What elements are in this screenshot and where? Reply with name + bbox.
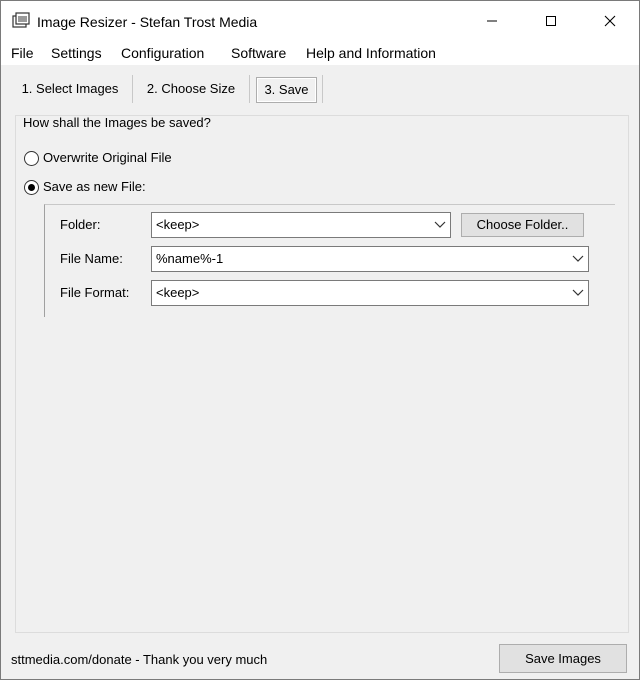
file-name-value: %name%-1 [156, 251, 224, 266]
file-format-value: <keep> [156, 285, 200, 300]
tab-separator [132, 75, 133, 103]
overwrite-radio[interactable]: Overwrite Original File [24, 150, 172, 166]
save-images-button[interactable]: Save Images [499, 644, 627, 673]
tab-separator [322, 75, 323, 103]
app-icon [12, 12, 30, 28]
save-question-label: How shall the Images be saved? [23, 115, 211, 130]
chevron-down-icon [572, 255, 584, 262]
close-icon [604, 15, 616, 27]
folder-value: <keep> [156, 217, 200, 232]
save-as-new-radio-label: Save as new File: [43, 179, 146, 194]
save-as-new-radio[interactable]: Save as new File: [24, 179, 146, 195]
choose-folder-button[interactable]: Choose Folder.. [461, 213, 584, 237]
tab-save[interactable]: 3. Save [256, 77, 317, 103]
file-name-label: File Name: [60, 251, 123, 266]
radio-dot-icon [28, 183, 35, 191]
tab-separator [249, 75, 250, 103]
app-window: Image Resizer - Stefan Trost Media File … [0, 0, 640, 680]
minimize-icon [487, 20, 497, 22]
menu-settings[interactable]: Settings [51, 44, 102, 62]
overwrite-radio-label: Overwrite Original File [43, 150, 172, 165]
donate-text: sttmedia.com/donate - Thank you very muc… [11, 652, 268, 667]
chevron-down-icon [572, 289, 584, 296]
title-bar: Image Resizer - Stefan Trost Media [1, 1, 639, 41]
window-title: Image Resizer - Stefan Trost Media [37, 14, 258, 30]
file-format-combobox[interactable]: <keep> [151, 280, 589, 306]
file-name-combobox[interactable]: %name%-1 [151, 246, 589, 272]
close-button[interactable] [587, 1, 633, 41]
maximize-icon [546, 16, 556, 26]
menu-bar: File Settings Configuration Software Hel… [1, 41, 639, 65]
maximize-button[interactable] [528, 1, 574, 41]
chevron-down-icon [434, 221, 446, 228]
tab-select-images[interactable]: 1. Select Images [13, 77, 127, 103]
menu-file[interactable]: File [11, 44, 34, 62]
minimize-button[interactable] [469, 1, 515, 41]
folder-combobox[interactable]: <keep> [151, 212, 451, 238]
menu-help[interactable]: Help and Information [306, 44, 436, 62]
radio-unchecked-icon [24, 150, 39, 166]
folder-label: Folder: [60, 217, 101, 232]
menu-software[interactable]: Software [231, 44, 286, 62]
file-format-label: File Format: [60, 285, 130, 300]
tab-choose-size[interactable]: 2. Choose Size [138, 77, 244, 103]
radio-checked-icon [24, 179, 39, 195]
menu-configuration[interactable]: Configuration [121, 44, 204, 62]
